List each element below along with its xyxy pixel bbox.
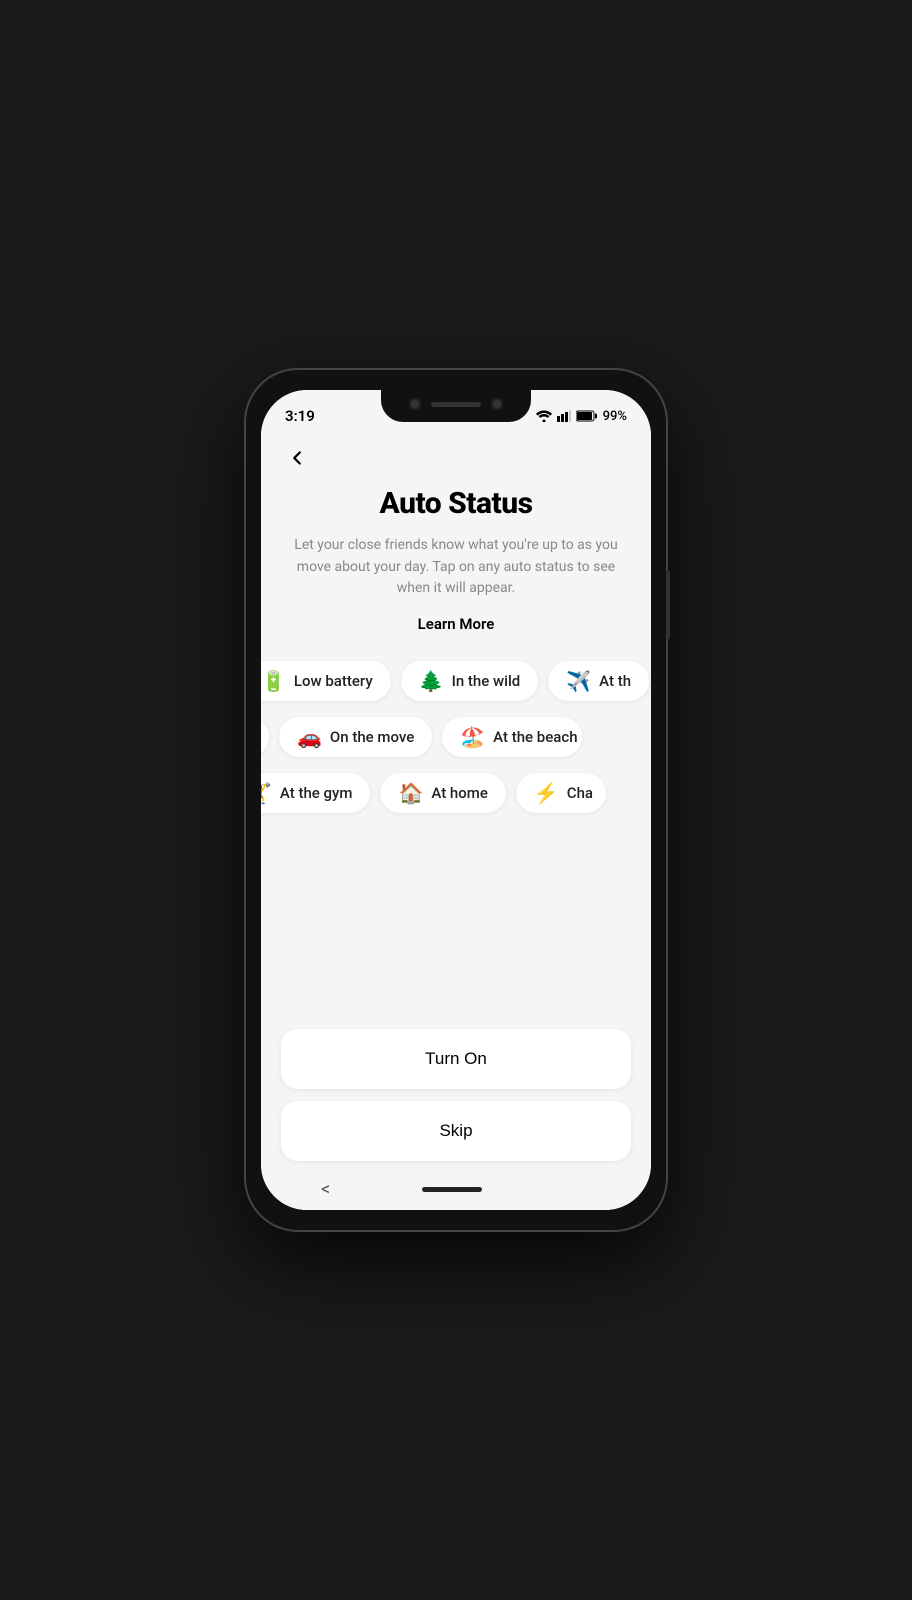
camera-left <box>409 398 421 410</box>
status-chips-section: 🔋 Low battery 🌲 In the wild ✈️ At th <box>261 653 651 821</box>
chip-at-the-gym[interactable]: 🏋️ At the gym <box>261 773 370 813</box>
chip-in-the-wild[interactable]: 🌲 In the wild <box>401 661 539 701</box>
in-the-wild-label: In the wild <box>452 672 521 690</box>
signal-icon <box>557 410 571 422</box>
speaker <box>431 402 481 407</box>
skip-button[interactable]: Skip <box>281 1101 631 1161</box>
bottom-actions: Turn On Skip <box>261 1009 651 1171</box>
camera-right <box>491 398 503 410</box>
page-title: Auto Status <box>291 486 621 521</box>
turn-on-button[interactable]: Turn On <box>281 1029 631 1089</box>
at-home-emoji: 🏠 <box>398 783 423 803</box>
airplane-emoji: ✈️ <box>566 671 591 691</box>
chip-low-battery[interactable]: 🔋 Low battery <box>261 661 391 701</box>
nav-back-button[interactable]: < <box>321 1179 330 1200</box>
back-button[interactable] <box>279 440 315 476</box>
in-the-wild-emoji: 🌲 <box>419 671 444 691</box>
chips-row-1: 🔋 Low battery 🌲 In the wild ✈️ At th <box>261 653 651 709</box>
at-the-gym-label: At the gym <box>280 784 353 802</box>
status-time: 3:19 <box>285 407 315 425</box>
status-icons: 99% <box>536 409 627 424</box>
content-area: Auto Status Let your close friends know … <box>261 432 651 1210</box>
learn-more-link[interactable]: Learn More <box>418 615 495 633</box>
charging-emoji: ⚡ <box>534 783 559 803</box>
back-icon <box>286 447 308 469</box>
phone-device: 3:19 <box>246 370 666 1230</box>
chip-at-the-beach[interactable]: 🏖️ At the beach <box>442 717 582 757</box>
chip-partial-left-2[interactable]: 🟡 <box>261 717 269 757</box>
wifi-icon <box>536 410 552 422</box>
battery-percentage: 99% <box>603 409 627 424</box>
home-pill[interactable] <box>422 1187 482 1192</box>
chips-row-3: 🏋️ At the gym 🏠 At home ⚡ Cha <box>261 765 651 821</box>
phone-screen: 3:19 <box>261 390 651 1210</box>
chip-at-the-airport[interactable]: ✈️ At th <box>548 661 649 701</box>
chip-at-home[interactable]: 🏠 At home <box>380 773 505 813</box>
on-the-move-label: On the move <box>330 728 414 746</box>
battery-icon <box>576 410 598 422</box>
chips-row-2: 🟡 🚗 On the move 🏖️ At the beach <box>261 709 651 765</box>
at-the-beach-label: At the beach <box>493 728 577 746</box>
on-the-move-emoji: 🚗 <box>297 727 322 747</box>
navigation-bar: < <box>261 1171 651 1210</box>
at-the-gym-emoji: 🏋️ <box>261 783 272 803</box>
page-subtitle: Let your close friends know what you're … <box>291 535 621 600</box>
at-home-label: At home <box>431 784 488 802</box>
charging-label: Cha <box>567 784 593 802</box>
low-battery-label: Low battery <box>294 672 373 690</box>
chip-charging[interactable]: ⚡ Cha <box>516 773 606 813</box>
title-section: Auto Status Let your close friends know … <box>261 476 651 653</box>
notch <box>381 390 531 422</box>
low-battery-emoji: 🔋 <box>261 671 286 691</box>
chip-on-the-move[interactable]: 🚗 On the move <box>279 717 432 757</box>
at-the-beach-emoji: 🏖️ <box>460 727 485 747</box>
side-button <box>666 570 670 640</box>
at-airport-label: At th <box>599 672 631 690</box>
